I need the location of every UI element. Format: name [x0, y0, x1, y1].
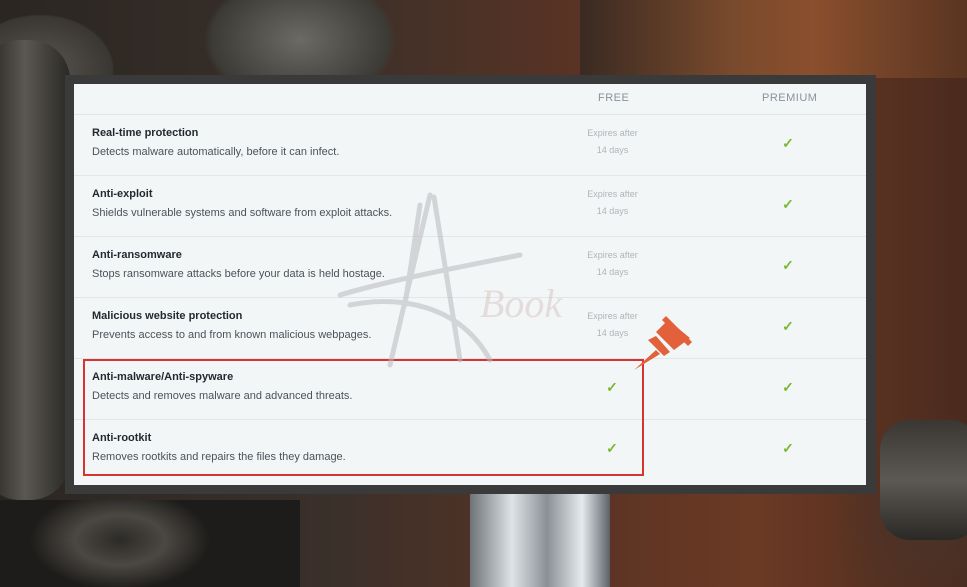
free-expiry-note: Expires after 14 days [564, 125, 661, 159]
free-expiry-note: Expires after 14 days [564, 186, 661, 220]
pushpin-icon [634, 316, 692, 370]
free-expiry-note: Expires after 14 days [564, 247, 661, 281]
expiry-line: Expires after [587, 250, 638, 260]
check-icon: ✓ [782, 196, 794, 212]
feature-title: Anti-exploit [92, 188, 153, 200]
expiry-line: Expires after [587, 128, 638, 138]
check-icon: ✓ [782, 440, 794, 456]
background-chain-link-right [880, 420, 967, 540]
feature-row-anti-exploit: Anti-exploit Shields vulnerable systems … [74, 175, 866, 237]
check-icon: ✓ [782, 257, 794, 273]
feature-title: Real-time protection [92, 127, 199, 139]
feature-description: Stops ransomware attacks before your dat… [92, 268, 385, 280]
highlight-box [83, 359, 644, 476]
feature-description: Prevents access to and from known malici… [92, 329, 372, 341]
feature-title: Malicious website protection [92, 310, 243, 322]
background-wood [580, 0, 967, 78]
expiry-days: 14 days [596, 206, 629, 216]
feature-row-anti-ransomware: Anti-ransomware Stops ransomware attacks… [74, 236, 866, 298]
expiry-line: Expires after [587, 189, 638, 199]
check-icon: ✓ [782, 318, 794, 334]
feature-description: Detects malware automatically, before it… [92, 146, 340, 158]
background-chain [0, 500, 300, 587]
expiry-days: 14 days [596, 267, 629, 277]
feature-row-real-time-protection: Real-time protection Detects malware aut… [74, 114, 866, 176]
background-chain-link [0, 40, 70, 500]
check-icon: ✓ [782, 379, 794, 395]
column-header-free: FREE [598, 92, 630, 104]
feature-title: Anti-ransomware [92, 249, 182, 261]
feature-row-malicious-website-protection: Malicious website protection Prevents ac… [74, 297, 866, 359]
column-header-premium: PREMIUM [762, 92, 818, 104]
feature-description: Shields vulnerable systems and software … [92, 207, 393, 219]
check-icon: ✓ [782, 135, 794, 151]
background-padlock-shackle [470, 490, 610, 587]
expiry-days: 14 days [596, 145, 629, 155]
